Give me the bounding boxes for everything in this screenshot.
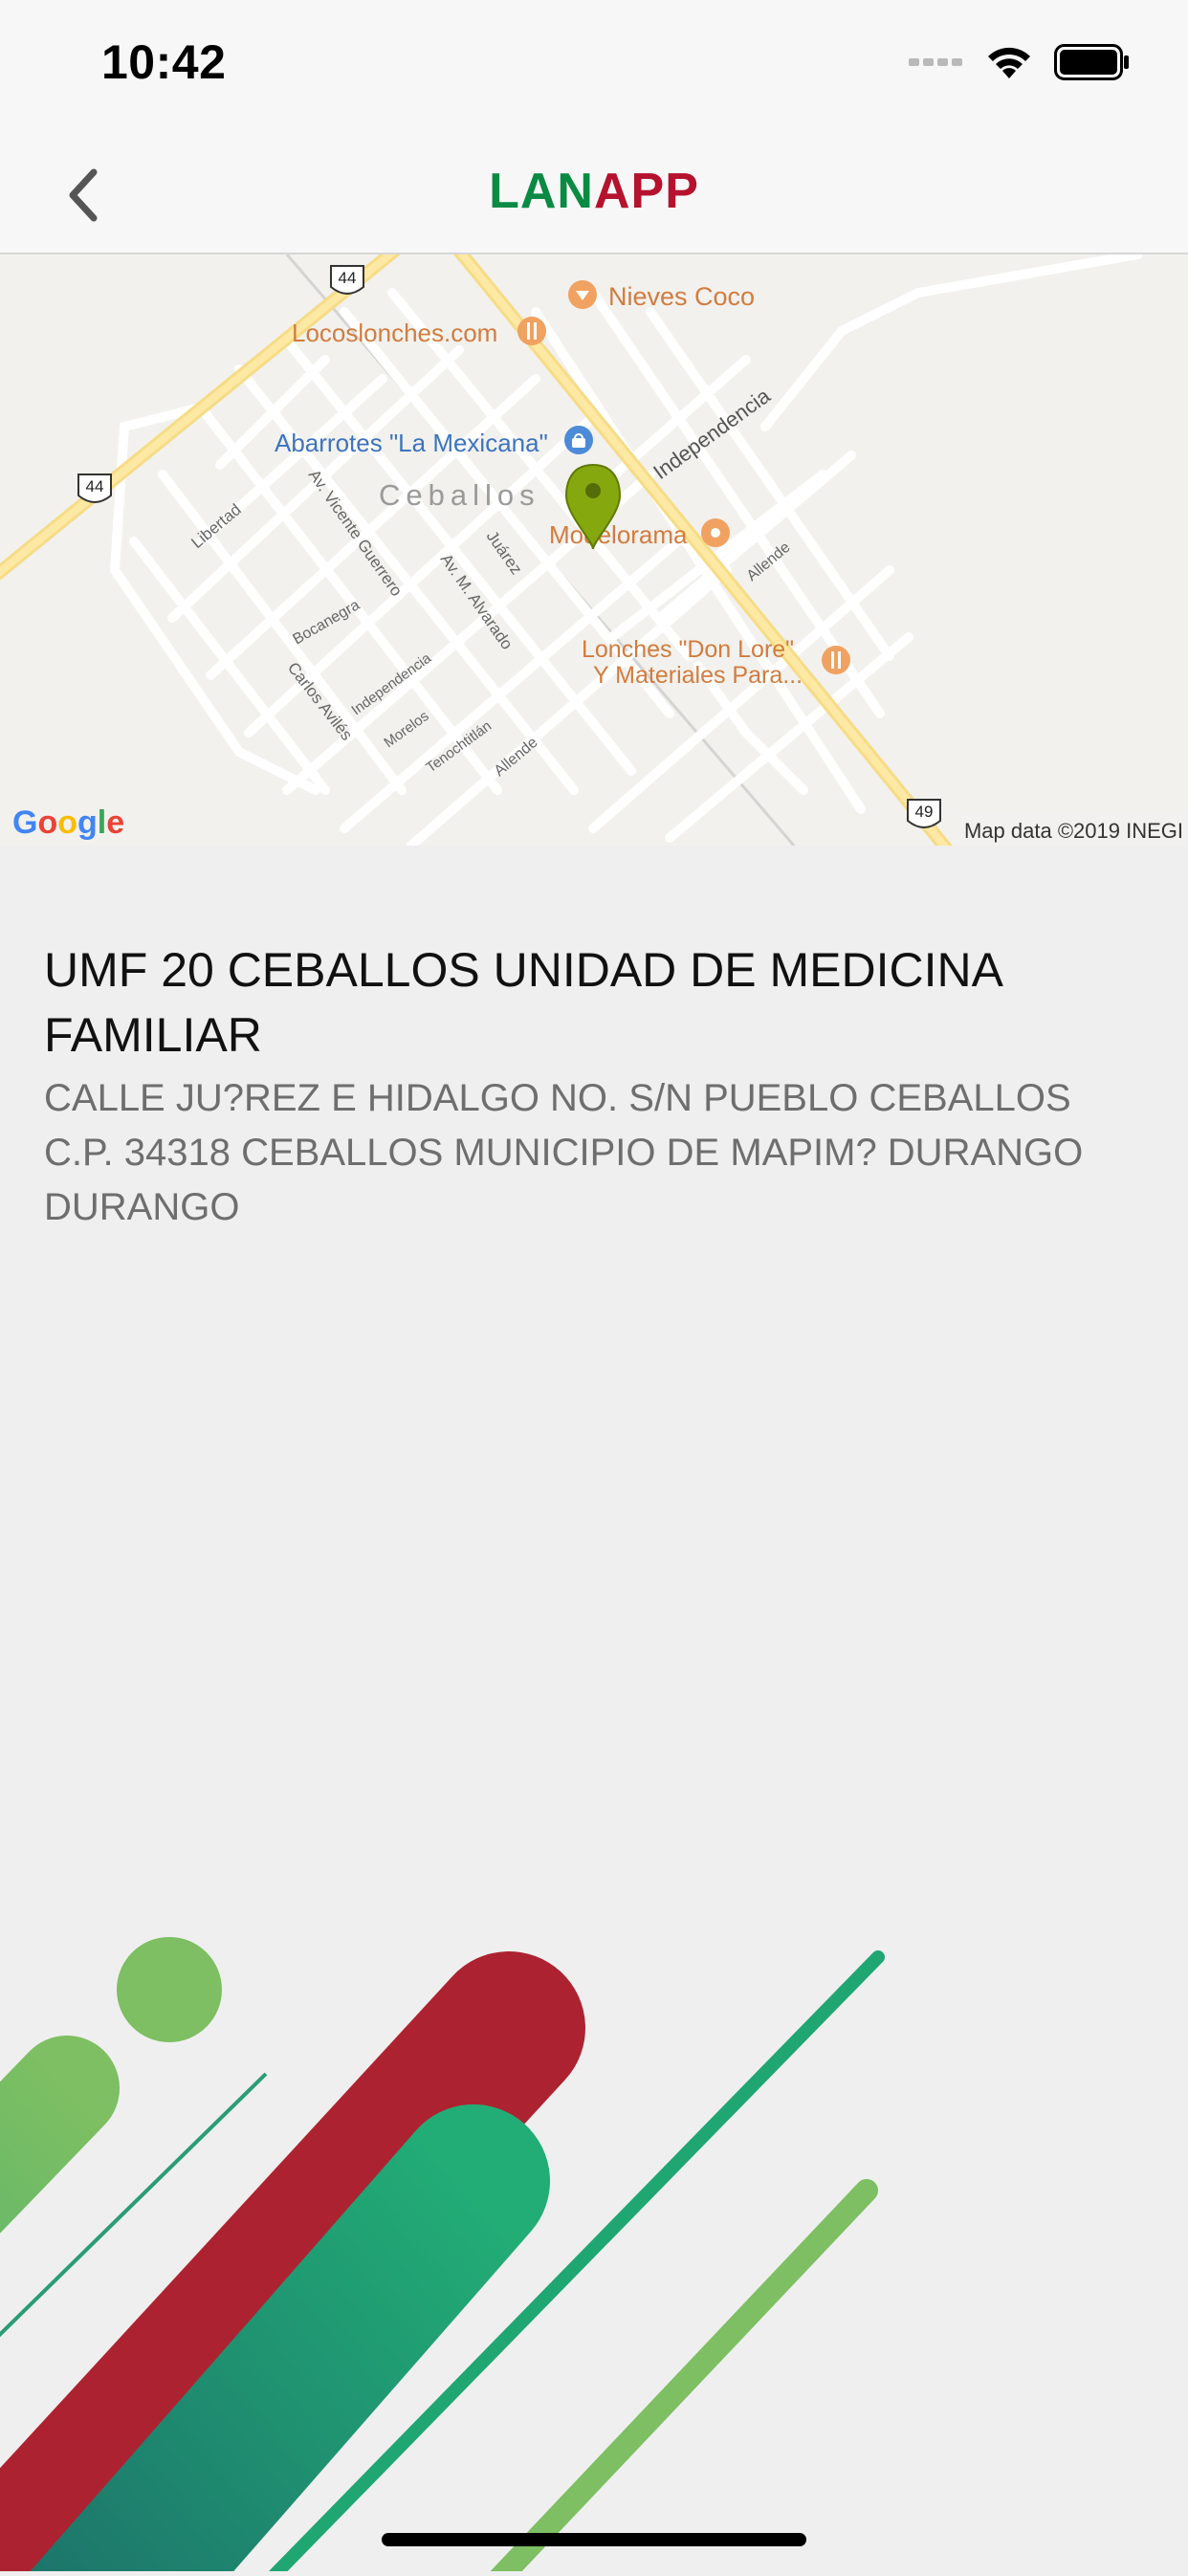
highway-shield-49: 49 <box>907 799 941 828</box>
street-label-morelos: Morelos <box>381 708 431 751</box>
status-bar: 10:42 <box>0 0 1188 134</box>
app-title-part1: LAN <box>489 164 594 219</box>
town-label: Ceballos <box>379 478 540 512</box>
battery-icon <box>1054 44 1129 80</box>
decorative-graphic <box>0 1894 1188 2576</box>
wifi-icon <box>988 47 1030 78</box>
ice-cream-poi-icon[interactable] <box>568 280 597 309</box>
status-icons <box>909 44 1131 80</box>
unit-address: CALLE JU?REZ E HIDALGO NO. S/N PUEBLO CE… <box>44 1077 1084 1228</box>
poi-label-lonches-line2: Y Materiales Para... <box>593 662 803 689</box>
decor-circle <box>117 1937 222 2042</box>
poi-label-nieves: Nieves Coco <box>608 282 755 311</box>
nav-bar: LANAPP <box>0 134 1188 254</box>
street-label-allende-south: Allende <box>492 735 541 780</box>
store-poi-icon[interactable] <box>701 518 730 547</box>
shopping-poi-icon[interactable] <box>564 426 593 454</box>
svg-text:44: 44 <box>86 477 104 495</box>
unit-name: UMF 20 CEBALLOS UNIDAD DE MEDICINA FAMIL… <box>44 943 1001 1062</box>
poi-label-lonches-line1: Lonches "Don Lore" <box>582 636 794 663</box>
restaurant-poi-icon[interactable] <box>517 317 546 345</box>
poi-label-locoslonches: Locoslonches.com <box>292 319 497 347</box>
poi-label-modelorama: Modelorama <box>549 520 688 549</box>
unit-details: UMF 20 CEBALLOS UNIDAD DE MEDICINA FAMIL… <box>44 937 1144 1235</box>
app-title-part2: APP <box>593 164 699 219</box>
highway-shield-44-left: 44 <box>77 473 112 503</box>
svg-text:44: 44 <box>339 269 357 287</box>
restaurant-poi-icon-2[interactable] <box>822 646 850 674</box>
map-view[interactable]: 44 44 49 Nieves Coco Locoslonches.com Ab… <box>0 254 1188 846</box>
app-title: LANAPP <box>0 163 1188 220</box>
map-attribution: Map data ©2019 INEGI <box>964 819 1183 843</box>
street-grid <box>109 254 1143 846</box>
svg-text:49: 49 <box>915 803 934 821</box>
home-indicator[interactable] <box>382 2533 806 2546</box>
poi-label-abarrotes: Abarrotes "La Mexicana" <box>275 429 548 457</box>
decor-pill-left <box>0 2036 120 2234</box>
google-logo: Google <box>12 804 124 841</box>
status-time: 10:42 <box>101 35 227 89</box>
signal-dots-icon <box>909 58 962 66</box>
highway-shield-44-top: 44 <box>330 265 364 295</box>
decor-line-light <box>485 2179 878 2576</box>
